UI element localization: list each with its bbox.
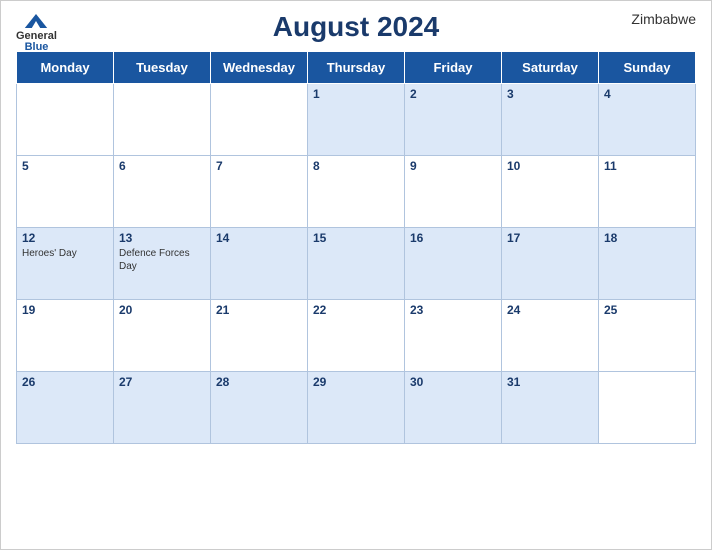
date-number: 27 — [119, 375, 205, 389]
calendar-day-cell: 2 — [405, 84, 502, 156]
date-number: 24 — [507, 303, 593, 317]
event-label: Defence Forces Day — [119, 247, 205, 273]
date-number: 5 — [22, 159, 108, 173]
date-number: 1 — [313, 87, 399, 101]
week-row-5: 26 27 28 29 30 31 — [17, 372, 696, 444]
date-number: 6 — [119, 159, 205, 173]
day-headers-row: Monday Tuesday Wednesday Thursday Friday… — [17, 52, 696, 84]
calendar-day-cell: 26 — [17, 372, 114, 444]
calendar-day-cell: 21 — [211, 300, 308, 372]
calendar-day-cell: 9 — [405, 156, 502, 228]
date-number: 25 — [604, 303, 690, 317]
date-number: 3 — [507, 87, 593, 101]
calendar-day-cell: 31 — [502, 372, 599, 444]
calendar-day-cell: 22 — [308, 300, 405, 372]
date-number: 9 — [410, 159, 496, 173]
calendar-day-cell — [114, 84, 211, 156]
date-number: 19 — [22, 303, 108, 317]
calendar-day-cell: 17 — [502, 228, 599, 300]
header-sunday: Sunday — [599, 52, 696, 84]
country-label: Zimbabwe — [631, 11, 696, 27]
calendar-day-cell — [211, 84, 308, 156]
calendar-day-cell — [599, 372, 696, 444]
date-number: 20 — [119, 303, 205, 317]
calendar-day-cell: 10 — [502, 156, 599, 228]
calendar-day-cell: 20 — [114, 300, 211, 372]
header-tuesday: Tuesday — [114, 52, 211, 84]
header-monday: Monday — [17, 52, 114, 84]
week-row-4: 19 20 21 22 23 24 25 — [17, 300, 696, 372]
date-number: 15 — [313, 231, 399, 245]
calendar-day-cell: 6 — [114, 156, 211, 228]
date-number: 13 — [119, 231, 205, 245]
date-number: 11 — [604, 159, 690, 173]
calendar-day-cell: 28 — [211, 372, 308, 444]
date-number: 30 — [410, 375, 496, 389]
calendar-day-cell: 3 — [502, 84, 599, 156]
header-thursday: Thursday — [308, 52, 405, 84]
date-number: 26 — [22, 375, 108, 389]
event-label: Heroes' Day — [22, 247, 108, 260]
date-number: 14 — [216, 231, 302, 245]
week-row-2: 56789 10 11 — [17, 156, 696, 228]
calendar-day-cell — [17, 84, 114, 156]
week-row-3: 12 Heroes' Day 13 Defence Forces Day 14 15 16 1… — [17, 228, 696, 300]
calendar-day-cell: 12 Heroes' Day — [17, 228, 114, 300]
calendar-day-cell: 5 — [17, 156, 114, 228]
date-number: 10 — [507, 159, 593, 173]
date-number: 29 — [313, 375, 399, 389]
calendar-day-cell: 25 — [599, 300, 696, 372]
calendar-header: General Blue August 2024 Zimbabwe — [16, 11, 696, 43]
date-number: 17 — [507, 231, 593, 245]
date-number: 4 — [604, 87, 690, 101]
calendar-day-cell: 11 — [599, 156, 696, 228]
calendar-day-cell: 27 — [114, 372, 211, 444]
date-number: 23 — [410, 303, 496, 317]
date-number: 18 — [604, 231, 690, 245]
calendar-day-cell: 24 — [502, 300, 599, 372]
date-number: 16 — [410, 231, 496, 245]
calendar-grid: Monday Tuesday Wednesday Thursday Friday… — [16, 51, 696, 444]
calendar-container: General Blue August 2024 Zimbabwe Monday… — [0, 0, 712, 550]
header-saturday: Saturday — [502, 52, 599, 84]
logo-blue-text: Blue — [25, 42, 49, 53]
calendar-day-cell: 1 — [308, 84, 405, 156]
calendar-day-cell: 7 — [211, 156, 308, 228]
date-number: 8 — [313, 159, 399, 173]
calendar-day-cell: 19 — [17, 300, 114, 372]
calendar-day-cell: 14 — [211, 228, 308, 300]
calendar-day-cell: 13 Defence Forces Day — [114, 228, 211, 300]
calendar-day-cell: 16 — [405, 228, 502, 300]
logo-area: General Blue — [16, 11, 57, 53]
date-number: 7 — [216, 159, 302, 173]
logo-icon — [22, 11, 50, 31]
header-friday: Friday — [405, 52, 502, 84]
date-number: 28 — [216, 375, 302, 389]
date-number: 21 — [216, 303, 302, 317]
calendar-day-cell: 30 — [405, 372, 502, 444]
calendar-day-cell: 18 — [599, 228, 696, 300]
calendar-day-cell: 15 — [308, 228, 405, 300]
calendar-day-cell: 29 — [308, 372, 405, 444]
calendar-day-cell: 23 — [405, 300, 502, 372]
date-number: 22 — [313, 303, 399, 317]
header-wednesday: Wednesday — [211, 52, 308, 84]
calendar-day-cell: 4 — [599, 84, 696, 156]
date-number: 2 — [410, 87, 496, 101]
calendar-day-cell: 8 — [308, 156, 405, 228]
week-row-1: 1234 — [17, 84, 696, 156]
date-number: 12 — [22, 231, 108, 245]
date-number: 31 — [507, 375, 593, 389]
calendar-title: August 2024 — [273, 11, 440, 43]
